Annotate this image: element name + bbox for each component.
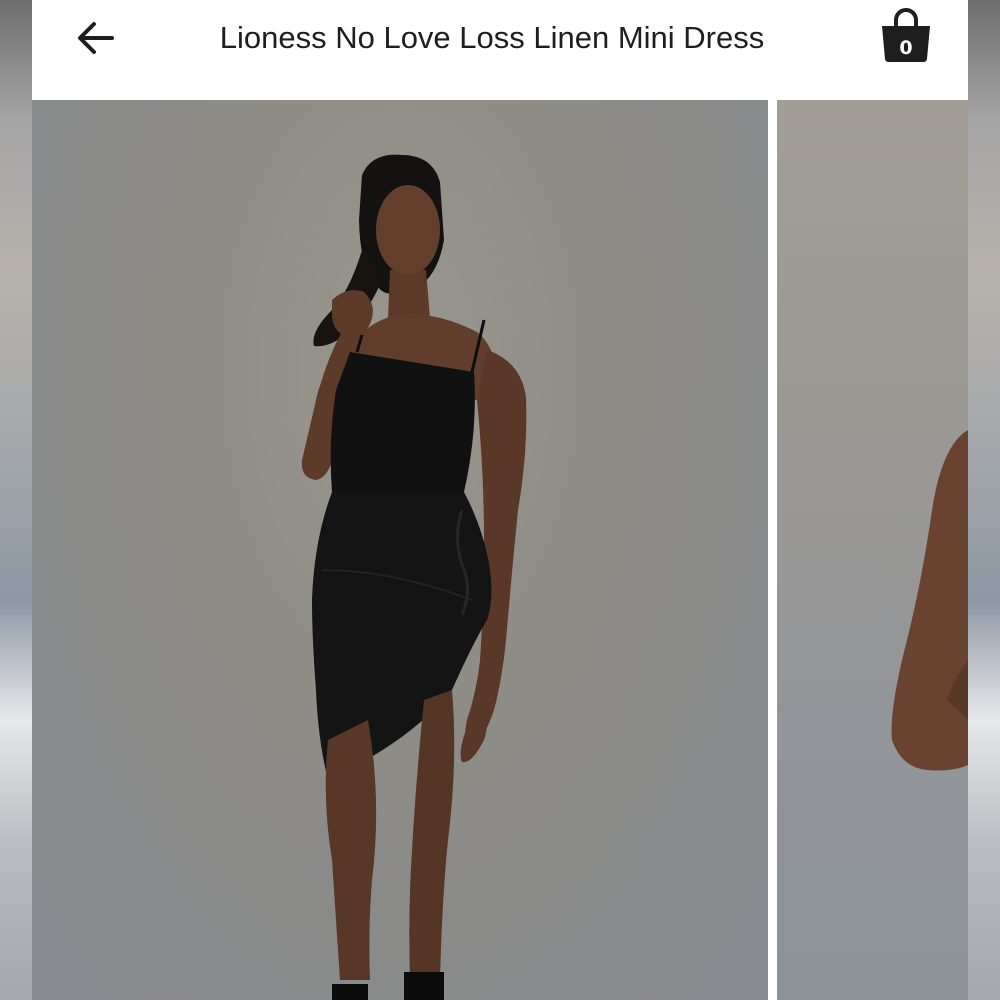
model-arm-illustration — [891, 430, 968, 771]
product-photo-model-front[interactable] — [32, 100, 768, 1000]
product-image-carousel[interactable] — [32, 100, 968, 1000]
blurred-backdrop-right — [968, 0, 1000, 1000]
cart-count-badge: 0 — [899, 37, 913, 59]
page-title: Lioness No Love Loss Linen Mini Dress — [219, 20, 765, 55]
arrow-left-icon — [78, 22, 114, 54]
top-app-bar: Lioness No Love Loss Linen Mini Dress 0 — [32, 0, 968, 100]
blurred-backdrop-left — [0, 0, 32, 1000]
product-photo-next-preview[interactable] — [777, 100, 968, 1000]
product-page: Lioness No Love Loss Linen Mini Dress 0 — [32, 0, 968, 1000]
back-button[interactable] — [70, 12, 122, 64]
cart-button[interactable]: 0 — [878, 8, 934, 66]
model-illustration — [301, 154, 527, 1000]
